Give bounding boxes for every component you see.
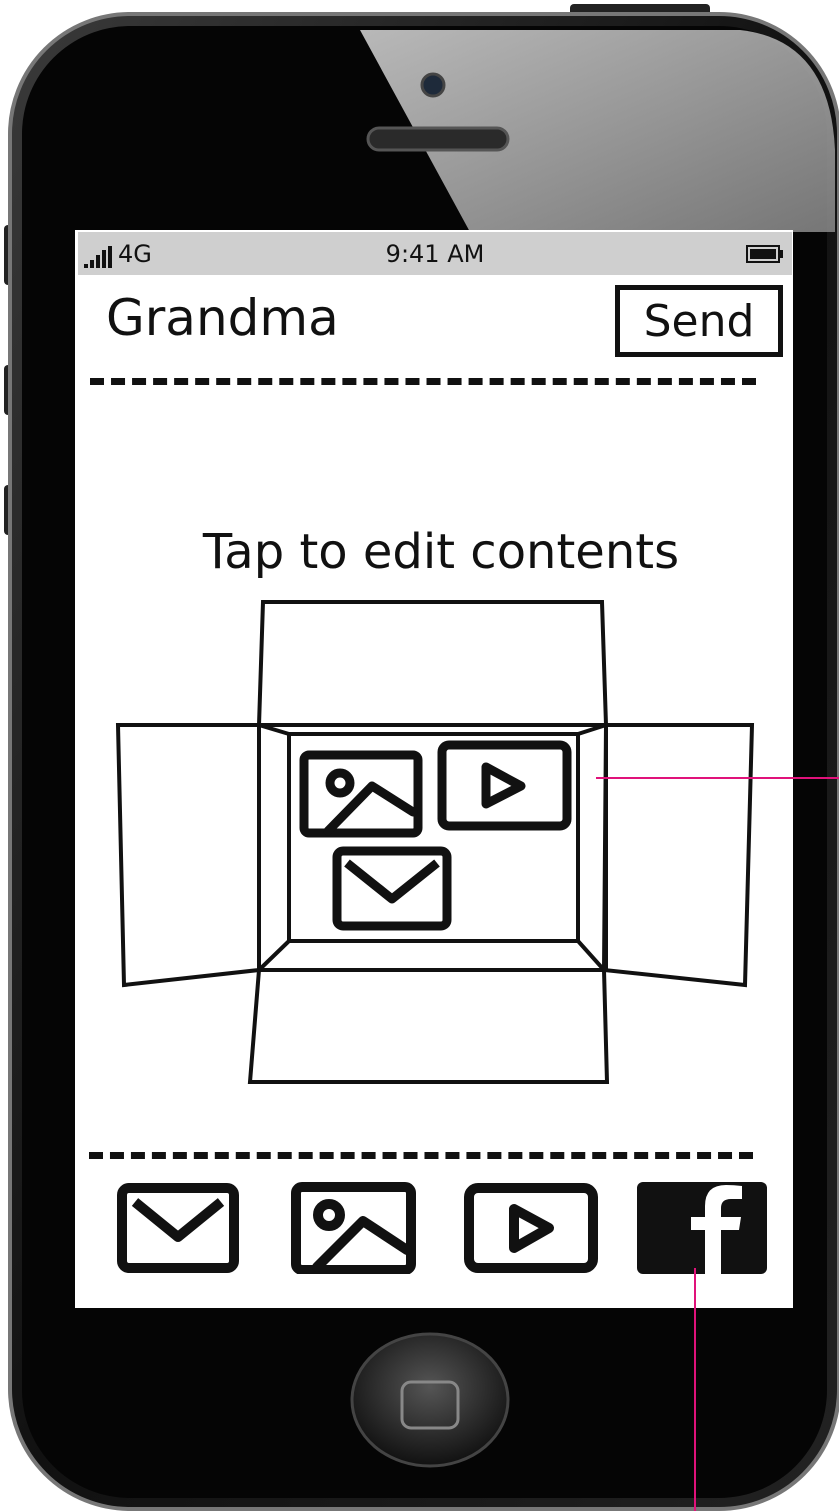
share-toolbar — [75, 1134, 791, 1306]
divider — [89, 1152, 753, 1159]
box-bottom-flap — [247, 968, 610, 1084]
video-icon[interactable] — [464, 1182, 598, 1274]
facebook-icon[interactable] — [637, 1182, 767, 1274]
mail-icon[interactable] — [117, 1182, 239, 1274]
box-image-icon — [299, 750, 423, 838]
box-top-flap — [256, 600, 609, 727]
image-icon[interactable] — [291, 1182, 416, 1274]
box-mail-icon — [332, 846, 452, 931]
box-right-flap — [601, 723, 755, 988]
box-video-icon — [437, 740, 572, 831]
box-left-flap — [115, 723, 261, 988]
